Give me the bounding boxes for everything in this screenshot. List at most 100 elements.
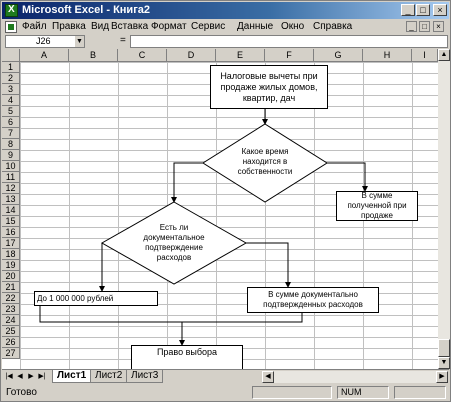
documented-expenses-text: В сумме документально подтвержденных рас… [263,290,363,309]
row-header[interactable]: 17 [2,238,20,249]
formula-input[interactable] [130,35,448,48]
formula-equals-label: = [120,35,126,46]
row-header[interactable]: 27 [2,348,20,359]
vertical-scrollbar[interactable]: ▲ ▼ [438,49,450,369]
menu-file[interactable]: Файл [22,21,47,32]
menu-tools[interactable]: Сервис [191,21,225,32]
row-header[interactable]: 9 [2,150,20,161]
documented-expenses-box: В сумме документально подтвержденных рас… [247,287,379,313]
column-header-a[interactable]: A [20,49,69,62]
menu-window[interactable]: Окно [281,21,304,32]
right-of-choice-box: Право выбора [131,345,243,369]
row-header[interactable]: 4 [2,95,20,106]
formula-bar: J26 ▼ = [2,35,449,49]
column-header-h[interactable]: H [363,49,412,62]
title-bar: Microsoft Excel - Книга2 _ □ × [2,2,449,19]
column-header-d[interactable]: D [167,49,216,62]
document-icon[interactable] [5,21,17,33]
scroll-right-icon[interactable]: ▶ [436,371,448,383]
status-panel-1 [252,386,332,399]
connector-time-to-sale [327,162,368,192]
connector-docs-to-expenses [246,242,291,288]
scroll-down-icon[interactable]: ▼ [438,357,450,369]
sheet-tab-bar: |◀ ◀ ▶ ▶| Лист1 Лист2 Лист3 ◀ ▶ [2,369,449,383]
row-header[interactable]: 24 [2,315,20,326]
window-title: Microsoft Excel - Книга2 [22,4,151,16]
menu-edit[interactable]: Правка [52,21,86,32]
menu-view[interactable]: Вид [91,21,109,32]
row-header[interactable]: 21 [2,282,20,293]
first-sheet-icon[interactable]: |◀ [4,371,14,382]
status-ready: Готово [6,387,37,398]
name-box-value: J26 [36,36,51,46]
horizontal-scrollbar[interactable]: ◀ ▶ [262,371,448,383]
connector-limit-join [39,305,182,323]
prev-sheet-icon[interactable]: ◀ [15,371,25,382]
sale-amount-box: В сумме полученной при продаже [336,191,418,221]
row-header[interactable]: 16 [2,227,20,238]
row-header[interactable]: 2 [2,73,20,84]
maximize-button[interactable]: □ [416,4,430,16]
tab-sheet2[interactable]: Лист2 [90,370,128,383]
column-header-c[interactable]: C [118,49,167,62]
tab-sheet3[interactable]: Лист3 [126,370,164,383]
column-header-b[interactable]: B [69,49,118,62]
row-header[interactable]: 18 [2,249,20,260]
doc-restore-button[interactable]: □ [419,21,430,32]
column-header-i[interactable]: I [412,49,438,62]
doc-minimize-button[interactable]: _ [406,21,417,32]
column-header-g[interactable]: G [314,49,363,62]
row-header[interactable]: 6 [2,117,20,128]
row-header[interactable]: 7 [2,128,20,139]
column-header-e[interactable]: E [216,49,265,62]
documents-question-text: Есть ли документальное подтверждение рас… [143,223,205,262]
sale-amount-text: В сумме полученной при продаже [347,191,407,220]
row-header[interactable]: 20 [2,271,20,282]
scroll-left-icon[interactable]: ◀ [262,371,274,383]
row-header[interactable]: 12 [2,183,20,194]
time-owned-text: Какое время находится в собственности [237,147,293,176]
connector-expenses-join [182,313,303,323]
excel-window: Microsoft Excel - Книга2 _ □ × Файл Прав… [0,0,451,402]
last-sheet-icon[interactable]: ▶| [37,371,47,382]
doc-close-button[interactable]: × [433,21,444,32]
next-sheet-icon[interactable]: ▶ [26,371,36,382]
status-bar: Готово NUM [2,384,449,401]
row-header[interactable]: 22 [2,293,20,304]
row-header[interactable]: 1 [2,62,20,73]
connector-time-to-docs [171,162,203,203]
tab-sheet1[interactable]: Лист1 [52,370,92,383]
excel-app-icon[interactable] [5,4,18,17]
row-header[interactable]: 14 [2,205,20,216]
row-header[interactable]: 13 [2,194,20,205]
close-button[interactable]: × [433,4,447,16]
column-header-f[interactable]: F [265,49,314,62]
minimize-button[interactable]: _ [401,4,415,16]
flowchart: Налоговые вычеты при продаже жилых домов… [20,62,438,369]
row-header[interactable]: 10 [2,161,20,172]
row-header[interactable]: 23 [2,304,20,315]
menu-data[interactable]: Данные [237,21,273,32]
status-panel-3 [394,386,446,399]
menu-insert[interactable]: Вставка [111,21,148,32]
row-header[interactable]: 3 [2,84,20,95]
tax-deduction-start-box: Налоговые вычеты при продаже жилых домов… [210,65,328,109]
column-headers: A B C D E F G H I [2,49,438,62]
scroll-up-icon[interactable]: ▲ [438,49,450,61]
name-box[interactable]: J26 [5,35,85,48]
start-box-text: Налоговые вычеты при продаже жилых домов… [220,70,318,103]
menu-bar: Файл Правка Вид Вставка Формат Сервис Да… [2,19,449,35]
row-header[interactable]: 15 [2,216,20,227]
row-header[interactable]: 5 [2,106,20,117]
row-header[interactable]: 26 [2,337,20,348]
vertical-scroll-thumb[interactable] [438,339,450,357]
row-header[interactable]: 19 [2,260,20,271]
menu-help[interactable]: Справка [313,21,352,32]
chevron-down-icon[interactable]: ▼ [75,36,84,47]
menu-format[interactable]: Формат [151,21,187,32]
row-header[interactable]: 11 [2,172,20,183]
worksheet-grid: A B C D E F G H I 1 2 3 4 5 6 7 8 9 10 11 12 13 14 15 1… [2,49,438,369]
right-of-choice-text: Право выбора [156,347,218,357]
row-header[interactable]: 25 [2,326,20,337]
row-header[interactable]: 8 [2,139,20,150]
